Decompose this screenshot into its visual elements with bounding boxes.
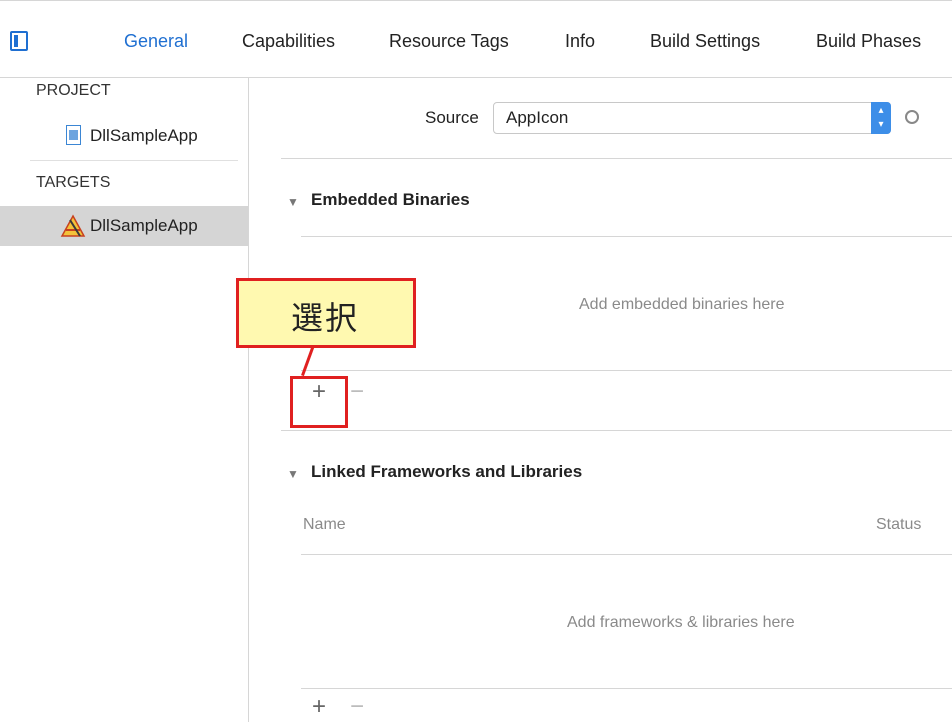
remove-framework-button[interactable]: − <box>350 693 364 721</box>
sidebar-item-target[interactable]: DllSampleApp <box>0 206 248 246</box>
editor-tab-bar: General Capabilities Resource Tags Info … <box>0 0 952 78</box>
popup-stepper-icon: ▴ ▾ <box>871 102 891 134</box>
linked-frameworks-placeholder: Add frameworks & libraries here <box>567 614 795 631</box>
embedded-binaries-title: Embedded Binaries <box>311 190 470 209</box>
remove-embedded-binary-button[interactable]: − <box>350 378 364 406</box>
general-settings-panel: Source AppIcon ▴ ▾ ▼ Embedded Binaries Ad… <box>249 78 952 722</box>
embedded-binaries-disclosure-icon[interactable]: ▼ <box>287 195 299 209</box>
targets-section-header: TARGETS <box>36 174 111 191</box>
sidebar-item-label: DllSampleApp <box>90 216 198 235</box>
source-label: Source <box>425 108 479 127</box>
embedded-binaries-table-bottom <box>301 370 952 371</box>
go-to-asset-icon[interactable] <box>905 110 919 124</box>
linked-frameworks-table-bottom <box>301 688 952 689</box>
add-framework-button[interactable]: + <box>312 693 326 721</box>
project-targets-sidebar: PROJECT DllSampleApp TARGETS DllSampleAp… <box>0 78 249 722</box>
app-target-icon <box>60 214 86 237</box>
column-header-name[interactable]: Name <box>303 516 346 534</box>
source-value: AppIcon <box>506 108 569 127</box>
tab-build-settings[interactable]: Build Settings <box>650 31 760 52</box>
sidebar-divider <box>30 160 238 161</box>
navigator-toggle-icon[interactable] <box>10 31 28 51</box>
section-divider <box>281 158 952 159</box>
linked-frameworks-disclosure-icon[interactable]: ▼ <box>287 467 299 481</box>
linked-frameworks-table-header-divider <box>301 554 952 555</box>
xcode-target-editor: General Capabilities Resource Tags Info … <box>0 0 952 722</box>
source-popup[interactable]: AppIcon ▴ ▾ <box>493 102 891 134</box>
sidebar-item-project[interactable]: DllSampleApp <box>0 116 248 156</box>
embedded-binaries-table-top <box>301 236 952 237</box>
embedded-binaries-placeholder: Add embedded binaries here <box>579 296 785 313</box>
tab-resource-tags[interactable]: Resource Tags <box>389 31 509 52</box>
annotation-callout: 選択 <box>236 278 416 348</box>
tab-capabilities[interactable]: Capabilities <box>242 31 335 52</box>
sidebar-item-label: DllSampleApp <box>90 126 198 145</box>
section-divider <box>281 430 952 431</box>
project-section-header: PROJECT <box>36 82 111 99</box>
linked-frameworks-title: Linked Frameworks and Libraries <box>311 462 583 481</box>
project-file-icon <box>66 125 81 145</box>
column-header-status[interactable]: Status <box>876 516 921 534</box>
add-button-highlight <box>290 376 348 428</box>
tab-info[interactable]: Info <box>565 31 595 52</box>
callout-text: 選択 <box>291 299 360 337</box>
tab-general[interactable]: General <box>124 31 188 52</box>
tab-build-phases[interactable]: Build Phases <box>816 31 921 52</box>
